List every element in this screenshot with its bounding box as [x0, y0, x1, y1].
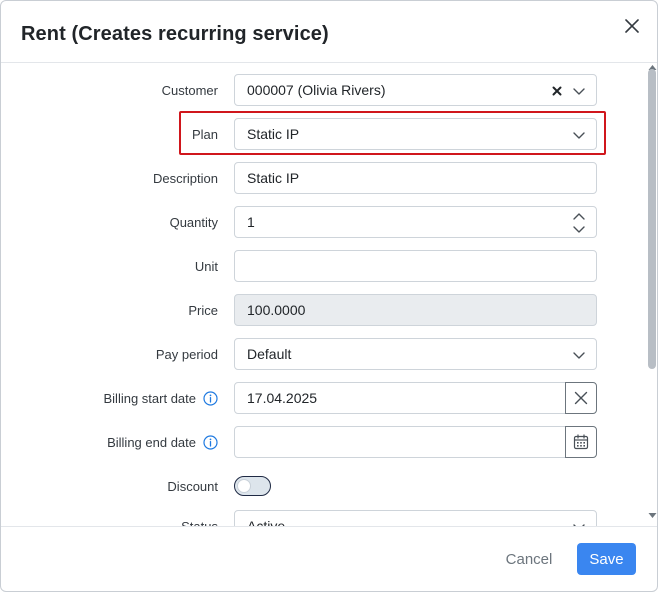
quantity-row: Quantity 1 — [1, 206, 646, 238]
pay-period-value: Default — [247, 346, 292, 362]
description-input[interactable]: Static IP — [234, 162, 597, 194]
description-value: Static IP — [247, 170, 300, 186]
plan-select[interactable]: Static IP — [234, 118, 597, 150]
close-button[interactable] — [621, 15, 643, 37]
customer-label: Customer — [161, 82, 218, 98]
pay-period-select[interactable]: Default — [234, 338, 597, 370]
cancel-button[interactable]: Cancel — [495, 543, 563, 575]
billing-end-date-label: Billing end date — [107, 426, 218, 458]
save-button[interactable]: Save — [577, 543, 636, 575]
dialog-body: Customer 000007 (Olivia Rivers) Plan Sta… — [1, 63, 646, 526]
dialog-footer: Cancel Save — [1, 527, 657, 591]
quantity-spinner[interactable] — [572, 211, 586, 235]
clear-date-button[interactable] — [565, 382, 597, 414]
discount-row: Discount — [1, 470, 646, 502]
scrollbar[interactable] — [646, 63, 657, 526]
quantity-value: 1 — [247, 214, 255, 230]
clear-x-icon[interactable] — [551, 85, 563, 97]
rent-dialog: Rent (Creates recurring service) Custome… — [0, 0, 658, 592]
billing-start-date-row: Billing start date 17.04.2025 — [1, 382, 646, 414]
status-select[interactable]: Active — [234, 510, 597, 526]
calendar-button[interactable] — [565, 426, 597, 458]
discount-label: Discount — [167, 478, 218, 494]
info-icon[interactable] — [203, 390, 218, 406]
plan-label: Plan — [191, 126, 218, 142]
price-row: Price 100.0000 — [1, 294, 646, 326]
unit-input[interactable] — [234, 250, 597, 282]
unit-label: Unit — [194, 258, 218, 274]
info-icon[interactable] — [203, 434, 218, 450]
chevron-down-icon — [573, 88, 585, 95]
chevron-down-icon[interactable] — [572, 225, 586, 235]
discount-toggle[interactable] — [234, 476, 271, 496]
customer-value: 000007 (Olivia Rivers) — [247, 82, 386, 98]
chevron-down-icon — [573, 132, 585, 139]
billing-end-date-input[interactable] — [234, 426, 566, 458]
billing-start-date-input[interactable]: 17.04.2025 — [234, 382, 566, 414]
billing-start-date-label: Billing start date — [104, 382, 219, 414]
scroll-down-icon[interactable] — [648, 512, 657, 520]
billing-start-date-value: 17.04.2025 — [247, 390, 318, 406]
description-label: Description — [152, 170, 218, 186]
close-icon — [574, 391, 588, 405]
quantity-label: Quantity — [169, 214, 218, 230]
pay-period-label: Pay period — [155, 346, 218, 362]
scroll-thumb[interactable] — [648, 69, 656, 369]
dialog-title: Rent (Creates recurring service) — [21, 23, 329, 45]
status-value: Active — [247, 518, 286, 526]
quantity-stepper[interactable]: 1 — [234, 206, 597, 238]
billing-end-date-row: Billing end date — [1, 426, 646, 458]
unit-row: Unit — [1, 250, 646, 282]
calendar-icon — [573, 434, 589, 450]
pay-period-row: Pay period Default — [1, 338, 646, 370]
status-label: Status — [181, 518, 218, 527]
price-label: Price — [188, 302, 218, 318]
chevron-down-icon — [573, 352, 585, 359]
toggle-knob — [237, 479, 251, 493]
billing-end-date-text: Billing end date — [107, 434, 196, 450]
plan-row: Plan Static IP — [1, 118, 646, 150]
plan-value: Static IP — [247, 126, 300, 142]
chevron-up-icon[interactable] — [572, 211, 586, 221]
customer-row: Customer 000007 (Olivia Rivers) — [1, 74, 646, 106]
price-input: 100.0000 — [234, 294, 597, 326]
status-row: Status Active — [1, 510, 646, 526]
description-row: Description Static IP — [1, 162, 646, 194]
billing-start-date-text: Billing start date — [103, 390, 197, 406]
price-value: 100.0000 — [247, 302, 306, 318]
customer-select[interactable]: 000007 (Olivia Rivers) — [234, 74, 597, 106]
close-icon — [625, 19, 639, 33]
